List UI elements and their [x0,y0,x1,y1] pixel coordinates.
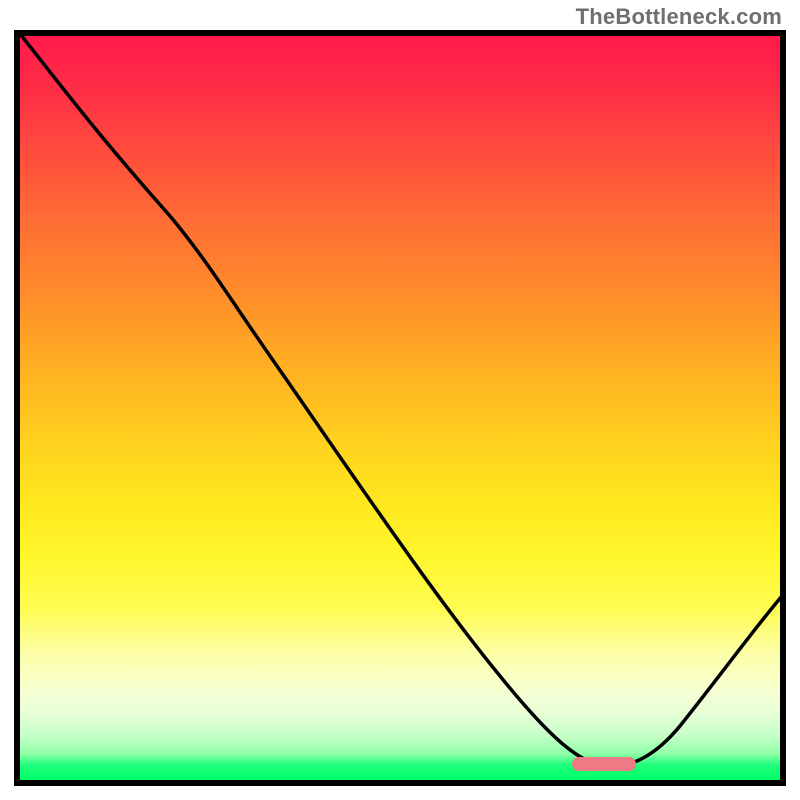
chart-frame [14,30,786,786]
chart-marker [572,757,636,771]
chart-curve-svg [20,36,780,780]
chart-curve [20,36,780,767]
watermark-text: TheBottleneck.com [576,4,782,30]
